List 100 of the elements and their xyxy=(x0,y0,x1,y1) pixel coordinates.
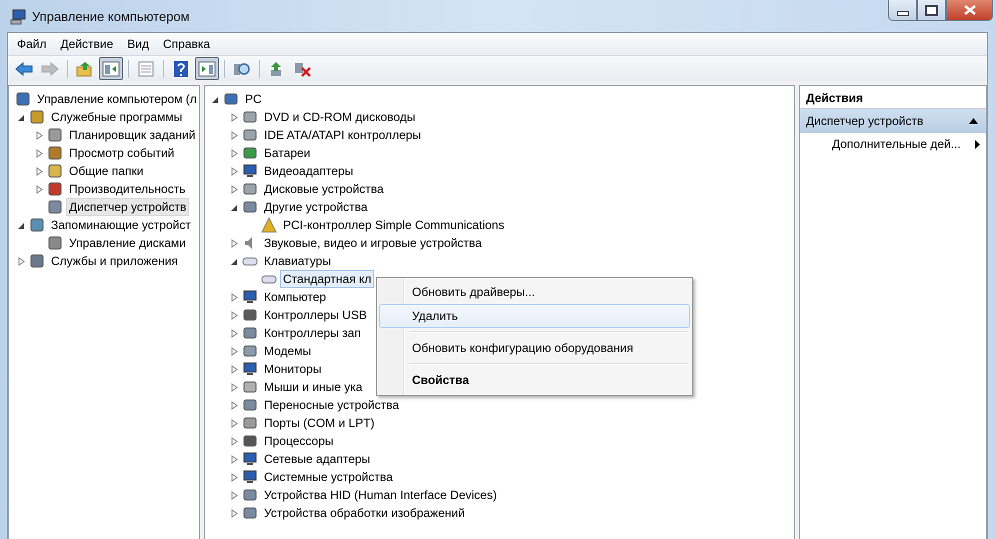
tree-item[interactable]: Видеоадаптеры xyxy=(261,162,356,180)
tree-item[interactable]: Сетевые адаптеры xyxy=(261,450,374,468)
menu-item[interactable]: Вид xyxy=(120,37,156,51)
tree-item[interactable]: Модемы xyxy=(261,342,314,360)
expand-arrow-icon[interactable] xyxy=(230,454,238,464)
tree-item[interactable]: Контроллеры USB xyxy=(261,306,370,324)
collapse-arrow-icon[interactable] xyxy=(16,112,26,122)
tree-item[interactable]: PCI-контроллер Simple Communications xyxy=(280,216,508,234)
device-icon xyxy=(47,199,63,215)
tree-item[interactable]: Управление дисками xyxy=(66,234,189,252)
collapse-arrow-icon[interactable] xyxy=(230,202,238,212)
expand-arrow-icon[interactable] xyxy=(230,130,238,140)
tree-item[interactable]: Мыши и иные ука xyxy=(261,378,366,396)
menu-item[interactable]: Обновить конфигурацию оборудования xyxy=(379,336,690,360)
device-icon xyxy=(242,487,258,503)
expand-arrow-icon[interactable] xyxy=(230,328,238,338)
monitor-icon xyxy=(242,361,258,377)
action-link[interactable]: Дополнительные дей... xyxy=(832,137,961,151)
collapse-arrow-icon[interactable] xyxy=(230,256,238,266)
expand-arrow-icon[interactable] xyxy=(230,310,238,320)
device-icon xyxy=(242,325,258,341)
tree-item[interactable]: Планировщик заданий xyxy=(66,126,198,144)
forward-arrow-icon xyxy=(41,60,59,76)
close-button[interactable] xyxy=(946,0,993,21)
list-icon xyxy=(137,60,155,76)
tree-item[interactable]: Служебные программы xyxy=(48,108,186,126)
expand-arrow-icon[interactable] xyxy=(230,238,238,248)
folder-up-icon xyxy=(76,60,94,76)
tree-item[interactable]: Порты (COM и LPT) xyxy=(261,414,378,432)
tree-item[interactable]: IDE ATA/ATAPI контроллеры xyxy=(261,126,424,144)
tree-item[interactable]: Устройства HID (Human Interface Devices) xyxy=(261,486,500,504)
expand-arrow-icon[interactable] xyxy=(34,148,44,158)
tree-item[interactable]: Переносные устройства xyxy=(261,396,402,414)
collapse-arrow-icon[interactable] xyxy=(210,94,220,104)
tree-item[interactable]: Управление компьютером (л xyxy=(34,90,199,108)
expand-arrow-icon[interactable] xyxy=(230,292,238,302)
menu-item[interactable]: Действие xyxy=(54,37,120,51)
tree-item[interactable]: Запоминающие устройст xyxy=(48,216,194,234)
tree-item[interactable]: Другие устройства xyxy=(261,198,371,216)
tree-item[interactable]: Устройства обработки изображений xyxy=(261,504,468,522)
expand-arrow-icon[interactable] xyxy=(230,472,238,482)
toolbar-button[interactable] xyxy=(195,57,219,80)
tree-item[interactable]: Диспетчер устройств xyxy=(66,198,190,216)
monitor-icon xyxy=(242,451,258,467)
tree-item[interactable]: PC xyxy=(242,90,265,108)
tree-item[interactable]: Клавиатуры xyxy=(261,252,334,270)
minimize-button[interactable] xyxy=(888,0,917,21)
tree-item[interactable]: DVD и CD-ROM дисководы xyxy=(261,108,418,126)
menu-item[interactable]: Справка xyxy=(156,37,218,51)
expand-arrow-icon[interactable] xyxy=(230,508,238,518)
expand-arrow-icon[interactable] xyxy=(230,400,238,410)
menu-item[interactable]: Свойства xyxy=(379,368,690,392)
expand-arrow-icon[interactable] xyxy=(34,166,44,176)
tree-item[interactable]: Системные устройства xyxy=(261,468,396,486)
toolbar-button[interactable] xyxy=(99,57,123,80)
magnifier-icon xyxy=(233,60,251,76)
tree-item[interactable]: Общие папки xyxy=(66,162,146,180)
expand-arrow-icon[interactable] xyxy=(230,148,238,158)
left-pane-icon xyxy=(102,60,120,76)
tree-item[interactable]: Производительность xyxy=(66,180,188,198)
expand-arrow-icon[interactable] xyxy=(34,130,44,140)
tree-item[interactable]: Контроллеры зап xyxy=(261,324,364,342)
device-icon xyxy=(242,397,258,413)
menu-item[interactable]: Удалить xyxy=(379,304,690,328)
menu-item[interactable]: Файл xyxy=(10,37,54,51)
collapse-arrow-icon[interactable] xyxy=(16,220,26,230)
tree-item[interactable]: Процессоры xyxy=(261,432,336,450)
window-title: Управление компьютером xyxy=(32,9,190,24)
expand-arrow-icon[interactable] xyxy=(230,364,238,374)
expand-arrow-icon[interactable] xyxy=(230,382,238,392)
tree-item[interactable]: Просмотр событий xyxy=(66,144,178,162)
monitor-icon xyxy=(242,469,258,485)
expand-arrow-icon[interactable] xyxy=(230,418,238,428)
actions-section-header[interactable]: Диспетчер устройств xyxy=(800,109,986,133)
device-icon xyxy=(242,199,258,215)
expand-arrow-icon[interactable] xyxy=(34,184,44,194)
expand-arrow-icon[interactable] xyxy=(230,490,238,500)
device-icon xyxy=(242,505,258,521)
expand-arrow-icon[interactable] xyxy=(230,184,238,194)
menu-item[interactable]: Обновить драйверы... xyxy=(379,280,690,304)
right-pane-icon xyxy=(198,60,216,76)
expand-arrow-icon[interactable] xyxy=(230,112,238,122)
tree-item[interactable]: Батареи xyxy=(261,144,314,162)
remove-device-icon xyxy=(294,60,312,76)
tree-item[interactable]: Мониторы xyxy=(261,360,324,378)
tree-item[interactable]: Стандартная кл xyxy=(280,270,374,288)
monitor-icon xyxy=(242,289,258,305)
expand-arrow-icon[interactable] xyxy=(230,346,238,356)
collapse-arrow-icon[interactable] xyxy=(969,118,978,124)
close-icon xyxy=(964,5,976,15)
tree-item[interactable]: Звуковые, видео и игровые устройства xyxy=(261,234,485,252)
expand-arrow-icon[interactable] xyxy=(16,256,26,266)
warning-icon xyxy=(261,217,277,233)
tree-item[interactable]: Дисковые устройства xyxy=(261,180,387,198)
tree-item[interactable]: Компьютер xyxy=(261,288,330,306)
back-arrow-icon xyxy=(15,60,33,76)
expand-arrow-icon[interactable] xyxy=(230,436,238,446)
tree-item[interactable]: Службы и приложения xyxy=(48,252,181,270)
maximize-button[interactable] xyxy=(917,0,946,21)
expand-arrow-icon[interactable] xyxy=(230,166,238,176)
